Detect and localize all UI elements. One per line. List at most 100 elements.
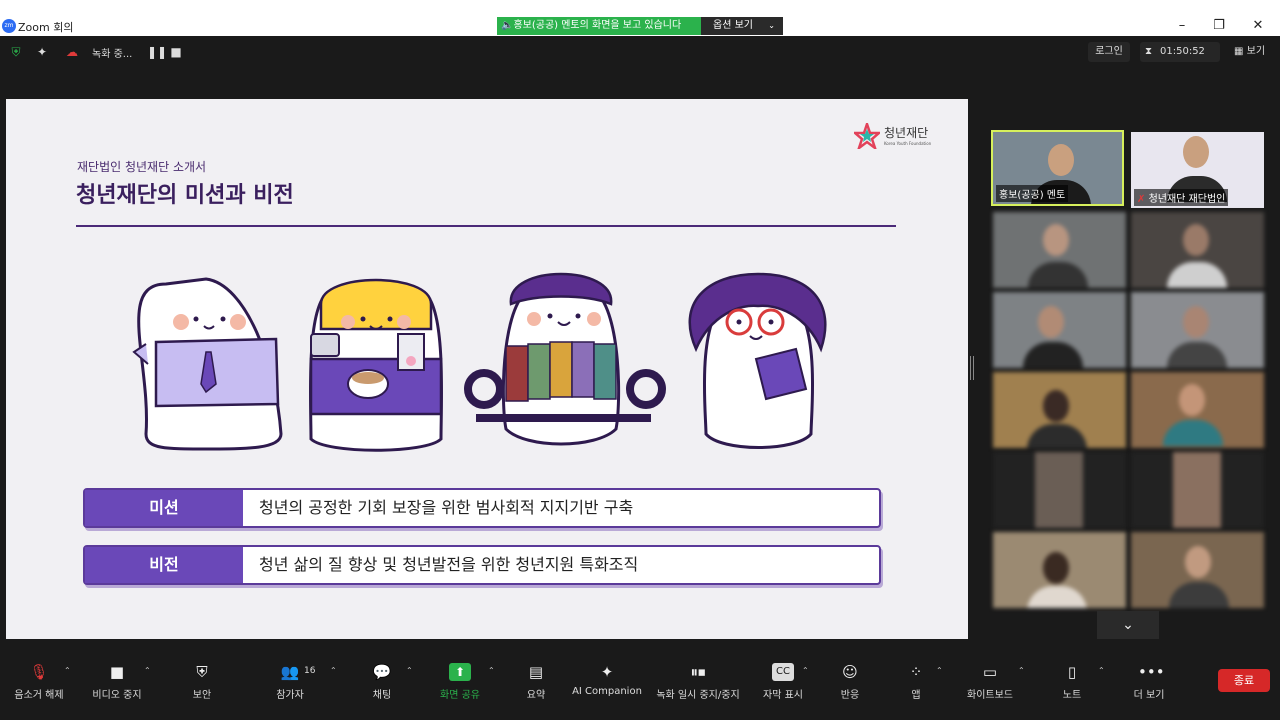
participant-video <box>1173 452 1221 528</box>
summary-icon: ▤ <box>528 663 544 681</box>
whiteboard-icon: ▭ <box>982 663 998 681</box>
participant-name-muted: ✗ 청년재단 재단법인 <box>1134 189 1229 206</box>
sparkle-icon: ✦ <box>600 663 614 681</box>
wheelchair-character <box>464 272 666 446</box>
timer-icon: ⧗ <box>1145 46 1153 57</box>
star-logo-icon <box>854 123 880 149</box>
meeting-timer: ⧗ 01:50:52 <box>1140 42 1220 62</box>
security-label: 보안 <box>192 690 212 701</box>
vision-row: 비전 청년 삶의 질 향상 및 청년발전을 위한 청년지원 특화조직 <box>83 545 881 585</box>
captions-button[interactable]: CC ⌃ 자막 표시 <box>758 644 809 720</box>
video-tile[interactable] <box>993 212 1126 288</box>
chevron-up-icon[interactable]: ⌃ <box>1098 666 1105 675</box>
stop-video-button[interactable]: ■ ⌃ 비디오 중지 <box>86 644 151 720</box>
close-icon[interactable]: ✕ <box>1248 16 1268 36</box>
apps-button[interactable]: ⁘ ⌃ 앱 <box>896 644 943 720</box>
ai-companion-button[interactable]: ✦ AI Companion <box>572 644 642 720</box>
video-tile[interactable] <box>1131 292 1264 368</box>
character-illustrations <box>132 272 827 452</box>
more-icon: ••• <box>1138 663 1165 681</box>
chevron-down-icon: ⌄ <box>768 21 775 30</box>
participant-body <box>1027 586 1087 608</box>
video-tile[interactable] <box>1131 212 1264 288</box>
window-title: Zoom 회의 <box>18 21 74 34</box>
video-tile-foundation[interactable]: ✗ 청년재단 재단법인 <box>1131 132 1264 208</box>
chevron-up-icon[interactable]: ⌃ <box>1018 666 1025 675</box>
security-button[interactable]: ⛨ 보안 <box>176 644 228 720</box>
cloud-recording-icon[interactable]: ☁ <box>64 44 80 60</box>
sparkle-icon[interactable]: ✦ <box>34 44 50 60</box>
participant-video <box>1035 452 1083 528</box>
participant-body <box>1027 424 1087 448</box>
chat-button[interactable]: 💬 ⌃ 채팅 <box>356 644 413 720</box>
gallery-scroll-down-button[interactable]: ⌄ <box>1097 611 1159 639</box>
pause-recording-icon[interactable]: ❚❚ <box>147 44 167 60</box>
chevron-up-icon[interactable]: ⌃ <box>936 666 943 675</box>
mission-text: 청년의 공정한 기회 보장을 위한 범사회적 지지기반 구축 <box>259 498 634 517</box>
video-tile[interactable] <box>1131 452 1264 528</box>
participant-body <box>1163 420 1223 446</box>
mission-row: 미션 청년의 공정한 기회 보장을 위한 범사회적 지지기반 구축 <box>83 488 881 528</box>
recording-controls-label: 녹화 일시 중지/중지 <box>656 690 740 701</box>
chevron-up-icon[interactable]: ⌃ <box>64 666 71 675</box>
chevron-up-icon[interactable]: ⌃ <box>488 666 495 675</box>
chevron-up-icon[interactable]: ⌃ <box>144 666 151 675</box>
participant-face <box>1183 224 1209 256</box>
whiteboard-button[interactable]: ▭ ⌃ 화이트보드 <box>960 644 1025 720</box>
video-tile[interactable] <box>993 532 1126 608</box>
microphone-muted-icon: ✗ <box>1137 194 1146 205</box>
unmute-button[interactable]: 🎙 ⌃ 음소거 해제 <box>8 644 70 720</box>
chat-icon: 💬 <box>372 663 392 681</box>
summary-button[interactable]: ▤ 요약 <box>510 644 562 720</box>
logo-name: 청년재단 <box>884 126 929 140</box>
video-tile-active-speaker[interactable]: 홍보(공공) 멘토 <box>991 130 1124 206</box>
participant-body <box>1023 342 1083 368</box>
participant-face <box>1043 552 1069 584</box>
stop-recording-icon[interactable]: ■ <box>168 44 184 60</box>
minimize-icon[interactable]: – <box>1172 16 1192 36</box>
participant-face <box>1183 136 1209 168</box>
chat-label: 채팅 <box>372 690 392 701</box>
notes-button[interactable]: ▯ ⌃ 노트 <box>1052 644 1105 720</box>
chevron-up-icon[interactable]: ⌃ <box>330 666 337 675</box>
chevron-up-icon[interactable]: ⌃ <box>406 666 413 675</box>
participant-face <box>1185 546 1211 578</box>
participant-face <box>1043 224 1069 256</box>
end-meeting-button[interactable]: 종료 <box>1218 669 1270 692</box>
login-button[interactable]: 로그인 <box>1088 42 1130 62</box>
grid-view-icon: ▦ <box>1234 46 1244 57</box>
more-button[interactable]: ••• 더 보기 <box>1124 644 1174 720</box>
shared-screen: 청년재단 Korea Youth Foundation 재단법인 청년재단 소개… <box>6 99 968 639</box>
video-tile[interactable] <box>1131 372 1264 448</box>
share-screen-button[interactable]: ⬆ ⌃ 화면 공유 <box>432 644 495 720</box>
participants-button[interactable]: 👥 16 ⌃ 참가자 <box>262 644 337 720</box>
chevron-up-icon[interactable]: ⌃ <box>802 666 809 675</box>
vision-text: 청년 삶의 질 향상 및 청년발전을 위한 청년지원 특화조직 <box>259 555 639 574</box>
cc-icon: CC <box>772 663 794 681</box>
vision-label: 비전 <box>85 547 243 583</box>
participant-face <box>1179 384 1205 416</box>
participants-label: 참가자 <box>276 690 304 701</box>
panel-resize-handle[interactable] <box>970 356 974 380</box>
reactions-label: 반응 <box>840 690 860 701</box>
video-tile[interactable] <box>1131 532 1264 608</box>
microphone-muted-icon: 🎙 <box>29 663 49 681</box>
apps-icon: ⁘ <box>909 663 923 681</box>
recording-controls-button[interactable]: ⏸⏹ 녹화 일시 중지/중지 <box>650 644 746 720</box>
video-tile[interactable] <box>993 372 1126 448</box>
participant-count: 16 <box>304 666 316 676</box>
foundation-logo: 청년재단 Korea Youth Foundation <box>854 123 938 151</box>
participant-body <box>1169 582 1229 608</box>
encryption-shield-icon[interactable]: ⛨ <box>8 44 24 60</box>
view-button[interactable]: ▦ 보기 <box>1228 42 1274 62</box>
video-tile[interactable] <box>993 452 1126 528</box>
view-options-label: 옵션 보기 <box>713 20 753 31</box>
reactions-button[interactable]: ☺ 반응 <box>828 644 872 720</box>
video-tile[interactable] <box>993 292 1126 368</box>
notes-icon: ▯ <box>1067 663 1077 681</box>
share-screen-label: 화면 공유 <box>440 690 480 701</box>
video-camera-icon: ■ <box>109 663 125 681</box>
maximize-icon[interactable]: ❐ <box>1209 16 1229 36</box>
notes-label: 노트 <box>1062 690 1082 701</box>
view-options-button[interactable]: 옵션 보기 ⌄ <box>701 17 783 35</box>
